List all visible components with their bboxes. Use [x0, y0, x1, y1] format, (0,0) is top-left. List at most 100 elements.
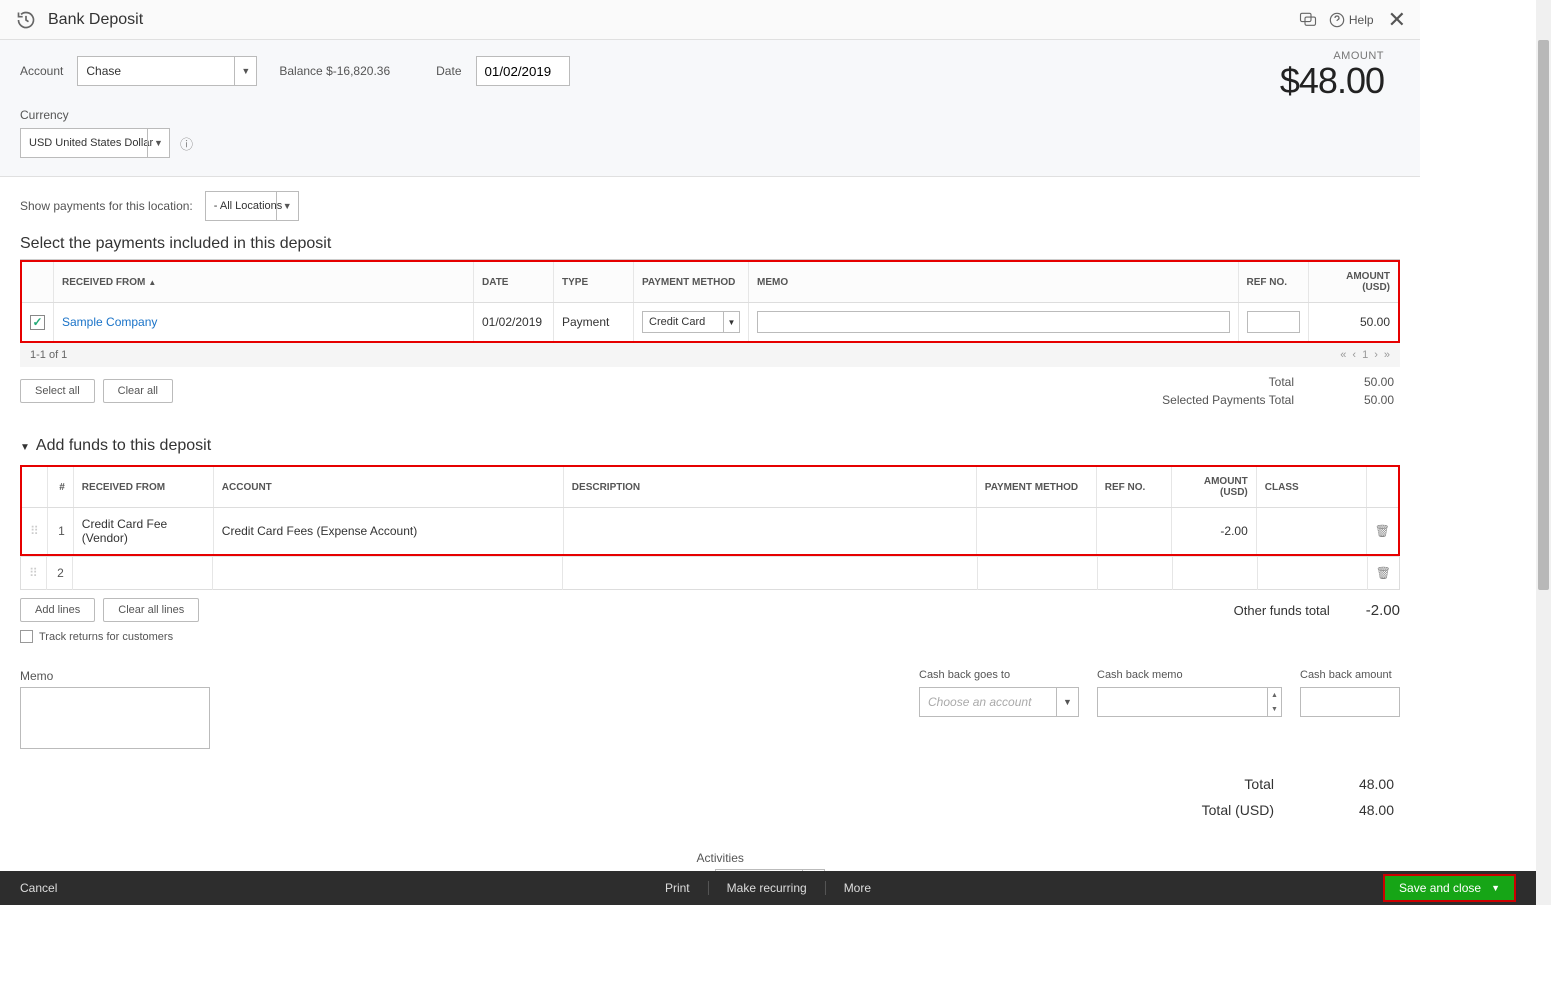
rf-cell[interactable] [72, 557, 212, 590]
drag-handle-icon[interactable]: ⠿ [22, 508, 47, 555]
chevron-down-icon: ▼ [234, 57, 256, 85]
payment-date: 01/02/2019 [474, 303, 554, 342]
add-funds-title[interactable]: ▼Add funds to this deposit [20, 437, 1400, 455]
other-total-value: -2.00 [1366, 602, 1400, 619]
memo-textarea[interactable] [20, 687, 210, 749]
stepper-down-icon[interactable]: ▼ [1268, 702, 1281, 716]
account-cell[interactable]: Credit Card Fees (Expense Account) [213, 508, 563, 555]
ref-cell[interactable] [1096, 508, 1171, 555]
info-icon[interactable]: ⓘ [180, 134, 193, 153]
payment-amount: 50.00 [1308, 303, 1398, 342]
amt-cell[interactable]: -2.00 [1171, 508, 1256, 555]
select-all-button[interactable]: Select all [20, 379, 95, 403]
pager-next-icon[interactable]: › [1374, 349, 1378, 361]
more-button[interactable]: More [826, 881, 889, 895]
make-recurring-button[interactable]: Make recurring [709, 881, 826, 895]
col-ref-no[interactable]: REF NO. [1238, 262, 1308, 303]
trash-icon[interactable]: 🗑 [1375, 524, 1390, 538]
row-num: 1 [47, 508, 73, 555]
date-label: Date [436, 64, 461, 78]
account-cell[interactable] [212, 557, 562, 590]
col-trash [1366, 467, 1398, 508]
pager-page: 1 [1362, 349, 1368, 361]
add-lines-button[interactable]: Add lines [20, 598, 95, 622]
total-label: Total [1269, 375, 1294, 389]
page-title: Bank Deposit [48, 11, 143, 29]
col-amount[interactable]: AMOUNT (USD) [1308, 262, 1398, 303]
received-from-link[interactable]: Sample Company [62, 315, 157, 329]
chevron-down-icon: ▼ [1491, 883, 1500, 893]
trash-icon[interactable]: 🗑 [1376, 566, 1391, 580]
pager-prev-icon[interactable]: ‹ [1352, 349, 1356, 361]
history-icon[interactable] [14, 8, 38, 32]
cashback-memo-input[interactable]: ▲▼ [1097, 687, 1282, 717]
desc-cell[interactable] [562, 557, 977, 590]
selected-total-label: Selected Payments Total [1162, 393, 1294, 407]
clear-all-button[interactable]: Clear all [103, 379, 173, 403]
window-header: Bank Deposit Help ✕ [0, 0, 1420, 40]
pm-cell[interactable] [977, 557, 1097, 590]
final-total-usd-value: 48.00 [1314, 802, 1394, 818]
funds-table: # RECEIVED FROM ACCOUNT DESCRIPTION PAYM… [22, 467, 1398, 554]
rf-cell[interactable]: Credit Card Fee (Vendor) [73, 508, 213, 555]
pager-last-icon[interactable]: » [1384, 349, 1390, 361]
col-pm: PAYMENT METHOD [976, 467, 1096, 508]
track-returns-checkbox[interactable] [20, 630, 33, 643]
pm-cell[interactable] [976, 508, 1096, 555]
date-input[interactable] [476, 56, 570, 86]
cashback-amount-input[interactable] [1300, 687, 1400, 717]
save-and-close-button[interactable]: Save and close ▼ [1383, 874, 1516, 902]
col-type[interactable]: TYPE [554, 262, 634, 303]
fund-row: ⠿ 2 🗑 [21, 557, 1400, 590]
pager-bar: 1-1 of 1 « ‹ 1 › » [20, 343, 1400, 367]
payments-table-highlight: RECEIVED FROM▲ DATE TYPE PAYMENT METHOD … [20, 260, 1400, 343]
scrollbar-track[interactable] [1536, 0, 1551, 905]
payments-section-title: Select the payments included in this dep… [20, 235, 1400, 260]
col-num: # [47, 467, 73, 508]
desc-cell[interactable] [563, 508, 976, 555]
amount-value: $48.00 [1280, 60, 1384, 102]
track-returns-label: Track returns for customers [39, 631, 173, 643]
amt-cell[interactable] [1172, 557, 1257, 590]
ref-input[interactable] [1247, 311, 1300, 333]
cashback-amount-label: Cash back amount [1300, 669, 1400, 681]
cashback-account-select[interactable]: Choose an account ▼ [919, 687, 1079, 717]
print-button[interactable]: Print [647, 881, 709, 895]
scrollbar-thumb[interactable] [1538, 40, 1549, 590]
help-label: Help [1349, 13, 1374, 27]
pager-first-icon[interactable]: « [1340, 349, 1346, 361]
chat-icon[interactable] [1297, 9, 1319, 31]
payment-checkbox[interactable]: ✓ [30, 315, 45, 330]
help-link[interactable]: Help [1329, 12, 1374, 28]
class-cell[interactable] [1256, 508, 1366, 555]
location-filter-label: Show payments for this location: [20, 199, 193, 213]
payment-method-select[interactable]: Credit Card ▼ [642, 311, 740, 333]
close-icon[interactable]: ✕ [1388, 7, 1406, 33]
final-total-label: Total [1244, 776, 1274, 792]
col-date[interactable]: DATE [474, 262, 554, 303]
class-cell[interactable] [1257, 557, 1367, 590]
col-payment-method[interactable]: PAYMENT METHOD [634, 262, 749, 303]
col-class: CLASS [1256, 467, 1366, 508]
ref-cell[interactable] [1097, 557, 1172, 590]
clear-lines-button[interactable]: Clear all lines [103, 598, 199, 622]
col-memo[interactable]: MEMO [749, 262, 1239, 303]
stepper-up-icon[interactable]: ▲ [1268, 688, 1281, 702]
cashback-goes-to-label: Cash back goes to [919, 669, 1079, 681]
payment-type: Payment [554, 303, 634, 342]
col-drag [22, 467, 47, 508]
drag-handle-icon[interactable]: ⠿ [21, 557, 47, 590]
footer-bar: Cancel Print Make recurring More Save an… [0, 871, 1536, 905]
memo-input[interactable] [757, 311, 1230, 333]
currency-select[interactable]: USD United States Dollar ▼ [20, 128, 170, 158]
total-value: 50.00 [1324, 375, 1394, 389]
row-num: 2 [46, 557, 72, 590]
col-rf: RECEIVED FROM [73, 467, 213, 508]
pager-text: 1-1 of 1 [30, 349, 67, 361]
location-select[interactable]: - All Locations - ▼ [205, 191, 299, 221]
currency-label: Currency [20, 108, 1400, 122]
col-amt: AMOUNT (USD) [1171, 467, 1256, 508]
cancel-button[interactable]: Cancel [20, 881, 57, 895]
account-select[interactable]: Chase ▼ [77, 56, 257, 86]
col-received-from[interactable]: RECEIVED FROM▲ [54, 262, 474, 303]
